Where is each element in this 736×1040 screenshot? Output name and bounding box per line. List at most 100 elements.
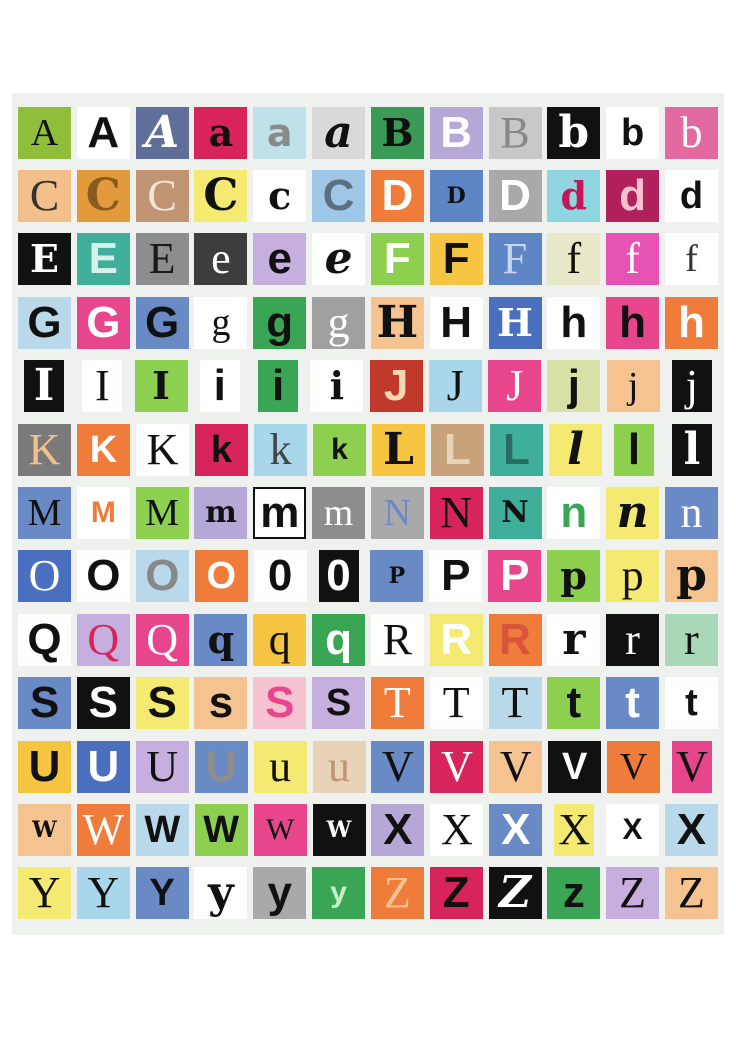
letter-tile: P (488, 550, 542, 603)
letter-tile: k (195, 423, 248, 476)
letter-tile: R (488, 613, 542, 666)
letter-tile: h (547, 296, 601, 349)
letter-tile: Q (76, 613, 130, 666)
letter-grid: AAAaaaBBBbbbCCCCcCDDDdddEEEeeeFFFfffGGGg… (18, 101, 718, 925)
letter-tile: E (18, 233, 71, 286)
letter-tile: m (194, 487, 248, 540)
letter-tile: O (18, 550, 71, 603)
letter-row: AAAaaaBBBbbb (18, 101, 718, 164)
letter-tile: K (77, 423, 130, 476)
letter-tile: R (370, 613, 424, 666)
letter-tile: U (194, 740, 248, 793)
letter-tile: T (488, 677, 542, 730)
letter-tile: C (76, 170, 130, 223)
letter-tile: S (253, 677, 307, 730)
letter-tile: J (428, 360, 482, 413)
letter-tile: u (253, 740, 307, 793)
letter-tile: S (135, 677, 189, 730)
letter-tile: q (194, 613, 248, 666)
letter-tile: e (253, 233, 307, 286)
letter-row: UUUUuuVVVVVV (18, 735, 718, 798)
letter-tile: Q (135, 613, 189, 666)
letter-tile: W (194, 803, 248, 856)
letter-tile: d (606, 170, 660, 223)
letter-tile: b (664, 106, 718, 159)
letter-tile: t (547, 677, 601, 730)
letter-tile: L (490, 423, 543, 476)
letter-tile: X (664, 803, 718, 856)
letter-tile: l (614, 423, 654, 476)
letter-tile: A (18, 106, 71, 159)
letter-tile: Z (429, 867, 483, 920)
letter-tile: V (430, 740, 484, 793)
letter-tile: m (312, 487, 366, 540)
letter-collage-sheet: AAAaaaBBBbbbCCCCcCDDDdddEEEeeeFFFfffGGGg… (12, 93, 724, 935)
letter-tile: M (135, 487, 189, 540)
letter-tile: y (312, 867, 366, 920)
letter-tile: B (370, 106, 424, 159)
letter-tile: K (136, 423, 189, 476)
letter-tile: k (313, 423, 366, 476)
letter-tile: C (135, 170, 189, 223)
letter-row: GGGgggHHHhhh (18, 291, 718, 354)
letter-tile: W (18, 803, 71, 856)
letter-tile: H (429, 296, 483, 349)
letter-tile: D (488, 170, 542, 223)
letter-tile: G (18, 296, 71, 349)
letter-tile: M (76, 487, 130, 540)
letter-row: CCCCcCDDDddd (18, 164, 718, 227)
letter-tile: L (372, 423, 425, 476)
letter-tile: Z (664, 867, 718, 920)
letter-tile: C (312, 170, 366, 223)
letter-tile: U (76, 740, 130, 793)
letter-tile: a (194, 106, 248, 159)
letter-tile: E (135, 233, 189, 286)
letter-tile: B (429, 106, 483, 159)
letter-tile: W (135, 803, 189, 856)
letter-tile: X (430, 803, 484, 856)
letter-tile: O (76, 550, 130, 603)
letter-tile: i (258, 360, 299, 413)
letter-tile: f (664, 233, 718, 286)
letter-tile: J (488, 360, 542, 413)
letter-tile: p (547, 550, 601, 603)
letter-tile: j (671, 360, 712, 413)
letter-row: QQQqqqRRRrrr (18, 608, 718, 671)
letter-tile: 0 (253, 550, 307, 603)
letter-tile: a (312, 106, 366, 159)
letter-tile: j (547, 360, 601, 413)
letter-row: SSSsSSTTTttt (18, 672, 718, 735)
letter-tile: A (76, 106, 130, 159)
letter-tile: S (76, 677, 130, 730)
letter-tile: Y (135, 867, 189, 920)
letter-row: KKKkkkLLLlll (18, 418, 718, 481)
letter-tile: P (370, 550, 424, 603)
letter-tile: H (488, 296, 542, 349)
letter-tile: N (429, 487, 483, 540)
letter-tile: W (76, 803, 130, 856)
letter-tile: r (547, 613, 601, 666)
letter-tile: C (194, 170, 248, 223)
letter-tile: V (489, 740, 543, 793)
letter-tile: V (671, 740, 712, 793)
letter-tile: J (369, 360, 423, 413)
letter-tile: h (606, 296, 660, 349)
letter-tile: a (253, 106, 307, 159)
letter-tile: K (18, 423, 71, 476)
letter-tile: O (135, 550, 189, 603)
letter-tile: W (312, 803, 366, 856)
letter-tile: p (606, 550, 660, 603)
letter-tile: r (664, 613, 718, 666)
letter-tile: Z (488, 867, 542, 920)
letter-tile: j (606, 360, 660, 413)
letter-tile: u (312, 740, 366, 793)
letter-row: YYYyyyZZZzZZ (18, 862, 718, 925)
letter-tile: Z (370, 867, 424, 920)
letter-tile: l (549, 423, 602, 476)
letter-tile: b (547, 106, 601, 159)
letter-tile: s (194, 677, 248, 730)
letter-tile: U (135, 740, 189, 793)
letter-tile: T (370, 677, 424, 730)
letter-tile: N (370, 487, 424, 540)
letter-tile: A (135, 106, 189, 159)
